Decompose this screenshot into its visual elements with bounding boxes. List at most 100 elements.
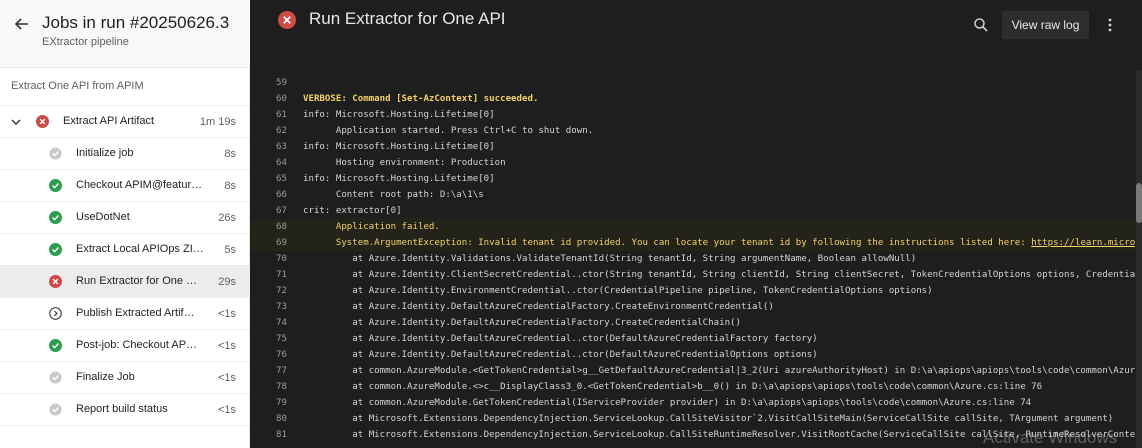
search-icon[interactable] (973, 17, 989, 33)
pipeline-name: EXtractor pipeline (42, 36, 129, 48)
log-line: 60 VERBOSE: Command [Set-AzContext] succe… (251, 91, 1135, 107)
step-label: Initialize job (76, 147, 134, 159)
log-line-text: VERBOSE: Command [Set-AzContext] succeed… (303, 91, 538, 107)
log-line-number: 78 (276, 382, 287, 392)
log-line-number: 79 (276, 398, 287, 408)
pending-status-icon (49, 307, 62, 320)
step-label: Report build status (76, 403, 168, 415)
more-options-icon[interactable] (1103, 17, 1117, 33)
log-header: Run Extractor for One API View raw log (251, 0, 1142, 70)
succeeded-status-icon (49, 211, 62, 224)
log-line-body: at Microsoft.Extensions.DependencyInject… (303, 414, 1114, 424)
step-title: Run Extractor for One API (309, 9, 506, 28)
skipped-status-icon (49, 403, 62, 416)
activation-watermark: Activate Windows (983, 428, 1118, 447)
log-line: 66 Content root path: D:\a\1\s (251, 187, 1135, 203)
log-line-body: at common.AzureModule.<>c__DisplayClass3… (303, 382, 1043, 392)
log-line: 77 at common.AzureModule.<GetTokenCreden… (251, 363, 1135, 379)
log-line-text: crit: extractor[0] (303, 203, 402, 219)
log-line-number: 76 (276, 350, 287, 360)
step-label: Checkout APIM@featur… (76, 179, 203, 191)
log-line-body: VERBOSE: Command [Set-AzContext] succeed… (303, 94, 539, 104)
skipped-status-icon (49, 371, 62, 384)
log-line-number: 68 (276, 222, 287, 232)
log-line-number: 74 (276, 318, 287, 328)
step-duration: 26s (218, 212, 236, 224)
log-line: 65 info: Microsoft.Hosting.Lifetime[0] (251, 171, 1135, 187)
page-title: Jobs in run #20250626.3 (42, 13, 230, 32)
log-line: 70 at Azure.Identity.Validations.Validat… (251, 251, 1135, 267)
chevron-down-icon[interactable] (10, 116, 22, 128)
step-row[interactable]: Finalize Job <1s (0, 362, 250, 394)
log-line-number: 63 (276, 142, 287, 152)
scrollbar-thumb[interactable] (1136, 183, 1142, 223)
log-line-body: at common.AzureModule.GetTokenCredential… (303, 398, 1032, 408)
log-line-number: 77 (276, 366, 287, 376)
stage-label: Extract One API from APIM (0, 68, 250, 106)
view-raw-log-button[interactable]: View raw log (1002, 11, 1089, 39)
log-line-body: at Azure.Identity.DefaultAzureCredential… (303, 318, 741, 328)
log-line: 71 at Azure.Identity.ClientSecretCredent… (251, 267, 1135, 283)
log-line-body: Application failed. (303, 222, 440, 232)
jobs-panel: Jobs in run #20250626.3 EXtractor pipeli… (0, 0, 250, 448)
log-line: 75 at Azure.Identity.DefaultAzureCredent… (251, 331, 1135, 347)
failed-status-icon (36, 115, 49, 128)
log-panel: Run Extractor for One API View raw log 5… (251, 0, 1142, 448)
step-row[interactable]: Extract Local APIOps ZI… 5s (0, 234, 250, 266)
log-line-text: Application started. Press Ctrl+C to shu… (303, 123, 593, 139)
step-row[interactable]: Post-job: Checkout AP… <1s (0, 330, 250, 362)
log-line-body: info: Microsoft.Hosting.Lifetime[0] (303, 174, 495, 184)
succeeded-status-icon (49, 243, 62, 256)
log-line-text: at common.AzureModule.<GetTokenCredentia… (303, 363, 1135, 379)
step-label: Finalize Job (76, 371, 135, 383)
step-row[interactable]: Run Extractor for One … 29s (0, 266, 250, 298)
job-group-label: Extract API Artifact (63, 115, 155, 127)
succeeded-status-icon (49, 179, 62, 192)
job-group-extract-api-artifact[interactable]: Extract API Artifact 1m 19s (0, 106, 250, 138)
log-line-number: 61 (276, 110, 287, 120)
back-arrow-icon[interactable] (12, 14, 32, 34)
log-link[interactable]: https://learn.microsoft.c (1031, 238, 1135, 248)
log-line: 61 info: Microsoft.Hosting.Lifetime[0] (251, 107, 1135, 123)
log-line: 69 System.ArgumentException: Invalid ten… (251, 235, 1135, 251)
log-line-body: at Azure.Identity.Validations.ValidateTe… (303, 254, 917, 264)
failed-status-icon (278, 11, 296, 29)
log-scrollbar[interactable] (1136, 70, 1142, 448)
step-row[interactable]: Initialize job 8s (0, 138, 250, 170)
log-line: 59 (251, 75, 1135, 91)
log-line-body: Application started. Press Ctrl+C to shu… (303, 126, 594, 136)
log-line-text: at Microsoft.Extensions.DependencyInject… (303, 411, 1113, 427)
step-row[interactable]: Checkout APIM@featur… 8s (0, 170, 250, 202)
log-output[interactable]: 59 60 VERBOSE: Command [Set-AzContext] suc… (251, 70, 1135, 448)
log-line-text: at Azure.Identity.DefaultAzureCredential… (303, 299, 774, 315)
log-line-body: at common.AzureModule.<GetTokenCredentia… (303, 366, 1135, 376)
log-line-number: 65 (276, 174, 287, 184)
job-group-duration: 1m 19s (199, 116, 236, 128)
log-line-body: System.ArgumentException: Invalid tenant… (303, 238, 1032, 248)
failed-status-icon (49, 275, 62, 288)
log-line-text: at Azure.Identity.ClientSecretCredential… (303, 267, 1135, 283)
step-row[interactable]: UseDotNet 26s (0, 202, 250, 234)
log-line-number: 75 (276, 334, 287, 344)
log-line-number: 69 (276, 238, 287, 248)
step-duration: <1s (217, 404, 236, 416)
step-duration: <1s (217, 340, 236, 352)
log-line: 63 info: Microsoft.Hosting.Lifetime[0] (251, 139, 1135, 155)
step-row[interactable]: Report build status <1s (0, 394, 250, 426)
log-line-number: 81 (276, 430, 287, 440)
log-line-number: 71 (276, 270, 287, 280)
log-line-text: at Azure.Identity.Validations.ValidateTe… (303, 251, 916, 267)
step-label: Run Extractor for One … (76, 275, 198, 287)
log-line: 76 at Azure.Identity.DefaultAzureCredent… (251, 347, 1135, 363)
log-line: 79 at common.AzureModule.GetTokenCredent… (251, 395, 1135, 411)
step-label: Post-job: Checkout AP… (76, 339, 198, 351)
log-line-body: at Azure.Identity.DefaultAzureCredential… (303, 334, 818, 344)
log-line-text: info: Microsoft.Hosting.Lifetime[0] (303, 139, 495, 155)
log-line: 80 at Microsoft.Extensions.DependencyInj… (251, 411, 1135, 427)
step-duration: 8s (224, 180, 236, 192)
log-line-number: 72 (276, 286, 287, 296)
step-row[interactable]: Publish Extracted Artif… <1s (0, 298, 250, 330)
step-label: UseDotNet (76, 211, 130, 223)
log-line-text: at Azure.Identity.DefaultAzureCredential… (303, 331, 818, 347)
step-duration: 5s (224, 244, 236, 256)
